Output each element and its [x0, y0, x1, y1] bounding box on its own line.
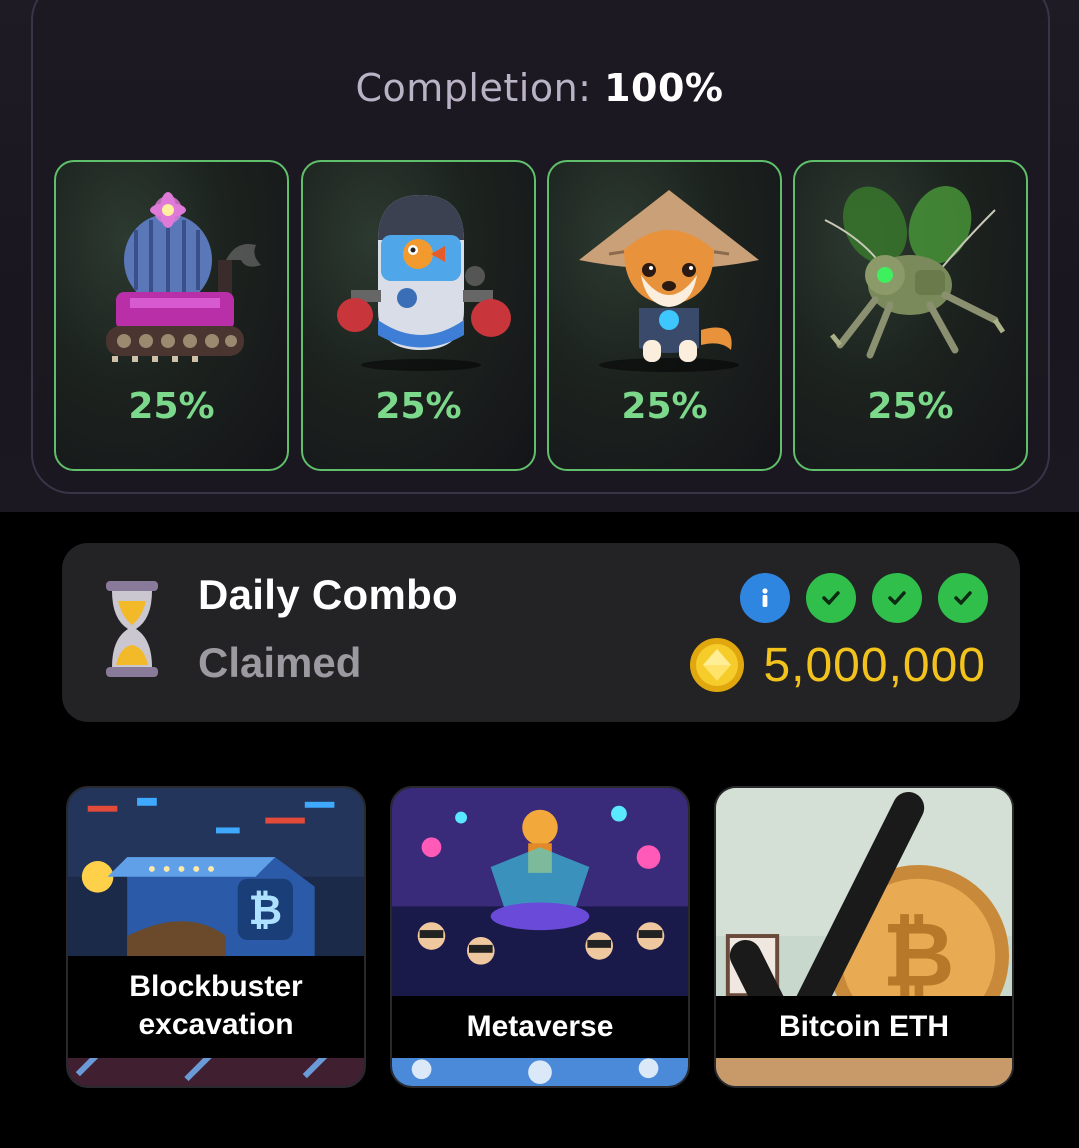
daily-combo-status: Claimed	[198, 639, 362, 686]
check-icon	[872, 573, 922, 623]
fish-robot-icon	[337, 195, 511, 371]
card-percent: 25%	[621, 386, 708, 427]
card-percent: 25%	[128, 386, 215, 427]
info-icon[interactable]	[740, 573, 790, 623]
coin-icon	[690, 638, 745, 692]
tile-label: Bitcoin ETH	[716, 996, 1012, 1058]
card-percent: 25%	[375, 386, 462, 427]
card-percent: 25%	[867, 386, 954, 427]
tile-metaverse[interactable]: Metaverse	[390, 786, 690, 1088]
character-card-cactus[interactable]: 25%	[54, 160, 289, 471]
svg-text:₿: ₿	[248, 886, 282, 934]
daily-combo-title: Daily Combo	[198, 571, 458, 618]
hourglass-icon	[106, 581, 158, 677]
tile-bitcoin-eth[interactable]: ₿ Bitcoin ETH	[714, 786, 1014, 1088]
tile-label-line-2: excavation	[138, 1008, 294, 1041]
character-cards: 25% 25% 25% 25%	[54, 160, 1029, 472]
daily-combo-panel[interactable]: Daily Combo Claimed 5,000,000	[62, 543, 1020, 722]
completion-label: Completion:	[355, 66, 592, 110]
character-card-bug-mech[interactable]: 25%	[793, 160, 1028, 471]
bug-mech-icon	[824, 186, 1006, 359]
combo-reward: 5,000,000	[689, 635, 986, 695]
completion-text: Completion: 100%	[0, 66, 1079, 110]
tile-blockbuster-excavation[interactable]: ₿ Blockbuster excavation	[66, 786, 366, 1088]
cactus-tank-icon	[106, 192, 261, 362]
tile-label: Blockbuster excavation	[68, 956, 364, 1058]
tile-label: Metaverse	[392, 996, 688, 1058]
character-card-fish-robot[interactable]: 25%	[301, 160, 536, 471]
combo-badges	[740, 573, 988, 623]
check-icon	[938, 573, 988, 623]
reward-amount: 5,000,000	[763, 638, 986, 692]
shiba-dog-icon	[579, 190, 759, 372]
completion-value: 100%	[604, 66, 724, 110]
check-icon	[806, 573, 856, 623]
tile-label-line-1: Blockbuster	[129, 970, 303, 1003]
character-card-shiba[interactable]: 25%	[547, 160, 782, 471]
svg-text:₿: ₿	[882, 903, 954, 1006]
